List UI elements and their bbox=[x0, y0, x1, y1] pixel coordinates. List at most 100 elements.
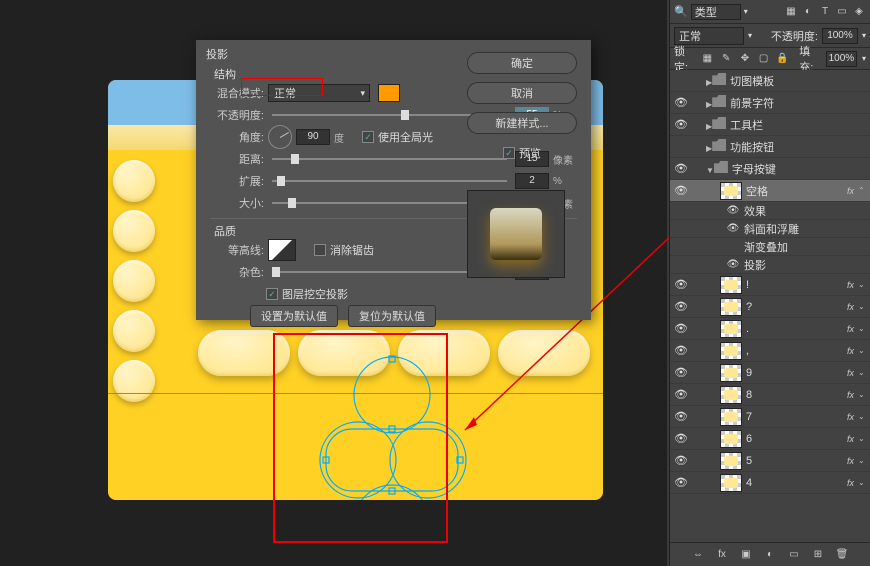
fill-value[interactable]: 100% bbox=[826, 51, 857, 67]
layers-footer: ⇔ fx ▣ ◐ ▭ ⊞ 🗑 bbox=[670, 542, 870, 566]
new-style-button[interactable]: 新建样式... bbox=[467, 112, 577, 134]
size-label: 大小: bbox=[210, 195, 264, 211]
visibility-icon[interactable]: 👁 bbox=[670, 162, 692, 175]
layer-thumb bbox=[720, 298, 742, 316]
adjustment-icon[interactable]: ◐ bbox=[763, 548, 777, 562]
layer-item[interactable]: 👁7fx⌄ bbox=[670, 406, 870, 428]
cancel-button[interactable]: 取消 bbox=[467, 82, 577, 104]
fx-bevel[interactable]: 👁斜面和浮雕 bbox=[670, 220, 870, 238]
blend-mode-dropdown[interactable]: 正常 bbox=[268, 84, 370, 102]
lock-transparency-icon[interactable]: ▦ bbox=[701, 52, 715, 66]
visibility-icon[interactable]: 👁 bbox=[670, 96, 692, 109]
layer-style-dialog: 投影 结构 混合模式: 正常 不透明度: 55 % 角度: 90 度 使用全局光… bbox=[196, 40, 591, 320]
layer-folder[interactable]: 👁▶前景字符 bbox=[670, 92, 870, 114]
new-layer-icon[interactable]: ⊞ bbox=[811, 548, 825, 562]
visibility-icon[interactable]: 👁 bbox=[670, 388, 692, 401]
layer-thumb bbox=[720, 408, 742, 426]
layer-item[interactable]: 👁!fx⌄ bbox=[670, 274, 870, 296]
visibility-icon[interactable]: 👁 bbox=[670, 118, 692, 131]
key-pill bbox=[498, 330, 590, 376]
key-circle bbox=[113, 260, 155, 302]
visibility-icon[interactable]: 👁 bbox=[670, 366, 692, 379]
layer-thumb bbox=[720, 320, 742, 338]
layer-folder[interactable]: ▶切图模板 bbox=[670, 70, 870, 92]
layer-item[interactable]: 👁?fx⌄ bbox=[670, 296, 870, 318]
layer-thumb bbox=[720, 276, 742, 294]
visibility-icon[interactable]: 👁 bbox=[670, 410, 692, 423]
contour-label: 等高线: bbox=[210, 242, 264, 258]
key-circle bbox=[113, 210, 155, 252]
angle-label: 角度: bbox=[210, 129, 264, 145]
spread-label: 扩展: bbox=[210, 173, 264, 189]
filter-type-dropdown[interactable]: 类型 bbox=[691, 4, 741, 20]
layer-thumb bbox=[720, 342, 742, 360]
key-circle bbox=[113, 310, 155, 352]
layer-thumb bbox=[720, 364, 742, 382]
layer-item[interactable]: 👁.fx⌄ bbox=[670, 318, 870, 340]
layers-panel: 🔍 类型 ▾ ▦ ◐ T ▭ ◈ 正常 ▾ 不透明度: 100% ▾ 锁定: ▦… bbox=[669, 0, 870, 566]
layer-item[interactable]: 👁6fx⌄ bbox=[670, 428, 870, 450]
lock-all-icon[interactable]: 🔒 bbox=[776, 52, 790, 66]
folder-icon bbox=[712, 139, 726, 151]
knockout-checkbox[interactable] bbox=[266, 288, 278, 300]
lock-position-icon[interactable]: ✥ bbox=[738, 52, 752, 66]
search-icon[interactable]: 🔍 bbox=[674, 5, 688, 18]
layer-item[interactable]: 👁8fx⌄ bbox=[670, 384, 870, 406]
layer-folder[interactable]: ▶功能按钮 bbox=[670, 136, 870, 158]
visibility-icon[interactable]: 👁 bbox=[670, 300, 692, 313]
filter-image-icon[interactable]: ▦ bbox=[784, 5, 798, 19]
layer-space[interactable]: 👁空格fx⌃ bbox=[670, 180, 870, 202]
ok-button[interactable]: 确定 bbox=[467, 52, 577, 74]
layer-opacity-value[interactable]: 100% bbox=[822, 28, 858, 44]
layer-thumb bbox=[720, 182, 742, 200]
fx-shadow[interactable]: 👁投影 bbox=[670, 256, 870, 274]
visibility-icon[interactable]: 👁 bbox=[670, 344, 692, 357]
noise-label: 杂色: bbox=[210, 264, 264, 280]
blend-label: 混合模式: bbox=[210, 85, 264, 101]
visibility-icon[interactable]: 👁 bbox=[670, 476, 692, 489]
lock-artboard-icon[interactable]: ▢ bbox=[757, 52, 771, 66]
filter-smart-icon[interactable]: ◈ bbox=[852, 5, 866, 19]
folder-icon bbox=[714, 161, 728, 173]
visibility-icon[interactable]: 👁 bbox=[670, 454, 692, 467]
shadow-color-swatch[interactable] bbox=[378, 84, 400, 102]
layer-thumb bbox=[720, 430, 742, 448]
angle-value[interactable]: 90 bbox=[296, 129, 330, 145]
layer-item[interactable]: 👁4fx⌄ bbox=[670, 472, 870, 494]
visibility-icon[interactable]: 👁 bbox=[670, 278, 692, 291]
visibility-icon[interactable]: 👁 bbox=[670, 322, 692, 335]
fx-group[interactable]: 👁效果 bbox=[670, 202, 870, 220]
filter-adjust-icon[interactable]: ◐ bbox=[801, 5, 815, 19]
angle-dial[interactable] bbox=[268, 125, 292, 149]
editing-shape[interactable] bbox=[312, 355, 473, 500]
visibility-icon[interactable]: 👁 bbox=[670, 432, 692, 445]
reset-default-button[interactable]: 复位为默认值 bbox=[348, 305, 436, 327]
layer-item[interactable]: 👁,fx⌄ bbox=[670, 340, 870, 362]
layer-folder[interactable]: 👁▼字母按键 bbox=[670, 158, 870, 180]
group-icon[interactable]: ▭ bbox=[787, 548, 801, 562]
contour-picker[interactable] bbox=[268, 239, 296, 261]
layer-item[interactable]: 👁5fx⌄ bbox=[670, 450, 870, 472]
layer-item[interactable]: 👁9fx⌄ bbox=[670, 362, 870, 384]
layer-thumb bbox=[720, 452, 742, 470]
key-pill bbox=[198, 330, 290, 376]
filter-shape-icon[interactable]: ▭ bbox=[835, 5, 849, 19]
opacity-label: 不透明度: bbox=[210, 107, 264, 123]
layers-list[interactable]: ▶切图模板 👁▶前景字符 👁▶工具栏 ▶功能按钮 👁▼字母按键 👁空格fx⌃ 👁… bbox=[670, 70, 870, 542]
key-circle bbox=[113, 360, 155, 402]
global-light-checkbox[interactable] bbox=[362, 131, 374, 143]
fx-icon[interactable]: fx bbox=[715, 548, 729, 562]
fx-gradient[interactable]: 渐变叠加 bbox=[670, 238, 870, 256]
folder-icon bbox=[712, 95, 726, 107]
antialias-checkbox[interactable] bbox=[314, 244, 326, 256]
filter-text-icon[interactable]: T bbox=[818, 5, 832, 19]
trash-icon[interactable]: 🗑 bbox=[835, 548, 849, 562]
mask-icon[interactable]: ▣ bbox=[739, 548, 753, 562]
preview-checkbox[interactable] bbox=[503, 147, 515, 159]
make-default-button[interactable]: 设置为默认值 bbox=[250, 305, 338, 327]
layer-folder[interactable]: 👁▶工具栏 bbox=[670, 114, 870, 136]
layer-thumb bbox=[720, 474, 742, 492]
lock-paint-icon[interactable]: ✎ bbox=[719, 52, 733, 66]
visibility-icon[interactable]: 👁 bbox=[670, 184, 692, 197]
link-icon[interactable]: ⇔ bbox=[691, 548, 705, 562]
